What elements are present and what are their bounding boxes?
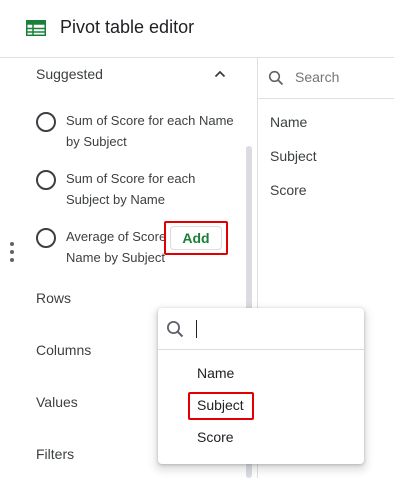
drag-handle-icon[interactable] [10,242,16,268]
search-icon [167,321,184,338]
text-cursor[interactable] [196,320,197,338]
sheets-table-icon [26,20,46,36]
radio-button[interactable] [36,170,56,190]
page-title: Pivot table editor [60,17,195,37]
suggestion-label: Sum of Score for each Name by Subject [66,113,234,149]
radio-button[interactable] [36,112,56,132]
dropdown-option-name[interactable]: Name [197,365,234,381]
suggestion-option[interactable]: Sum of Score for each Subject by Name [36,168,236,212]
suggestion-option[interactable]: Sum of Score for each Name by Subject [36,110,236,154]
chevron-up-icon[interactable] [213,67,227,81]
divider [258,98,394,99]
rows-label: Rows [36,290,72,306]
field-dropdown-menu: Name Subject Score [158,308,364,464]
editor-header: Pivot table editor [0,0,394,58]
dropdown-option-score[interactable]: Score [197,429,234,445]
columns-label: Columns [36,342,92,358]
suggested-heading: Suggested [36,66,103,82]
divider [158,349,364,350]
values-label: Values [36,394,78,410]
radio-button[interactable] [36,228,56,248]
highlight-box [188,392,254,420]
field-item-subject[interactable]: Subject [270,148,317,164]
filters-label: Filters [36,446,75,462]
search-icon [268,70,284,86]
highlight-box [164,221,228,255]
field-item-score[interactable]: Score [270,182,307,198]
suggestion-label: Sum of Score for each Subject by Name [66,171,196,207]
field-search-input[interactable] [295,69,387,85]
field-item-name[interactable]: Name [270,114,307,130]
